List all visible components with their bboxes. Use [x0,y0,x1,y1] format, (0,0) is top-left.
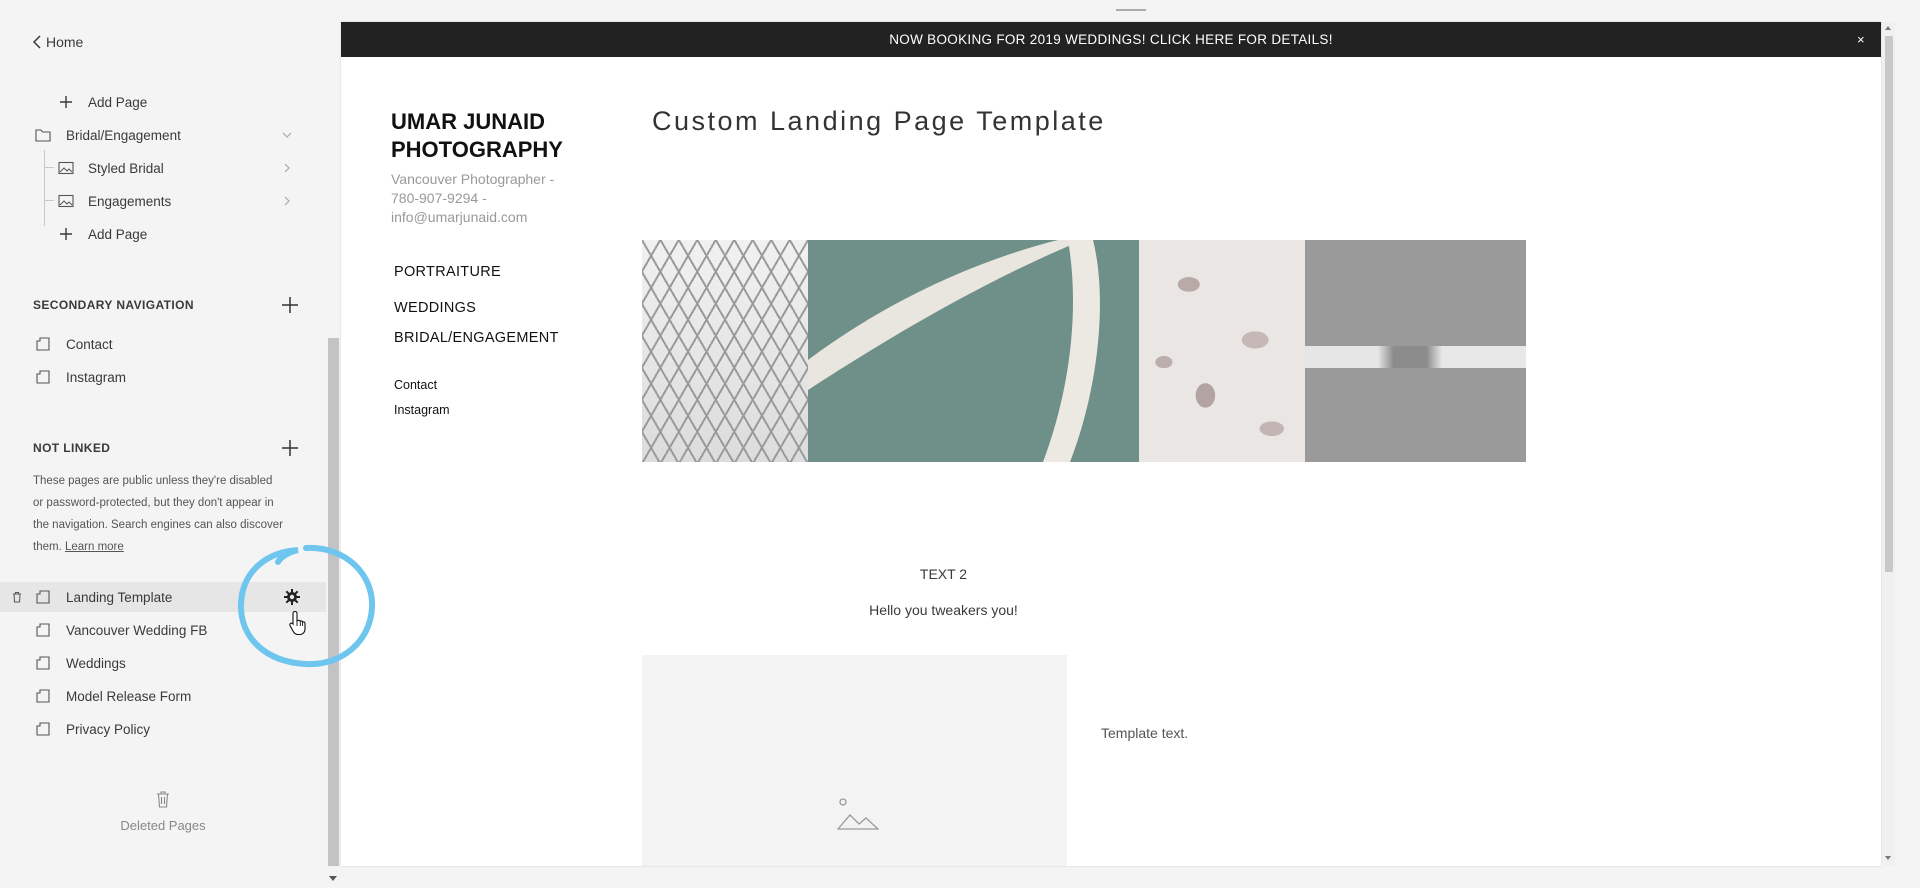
preview-scrollbar-thumb[interactable] [1885,36,1893,572]
site-tagline: Vancouver Photographer - 780-907-9294 - … [391,170,591,227]
template-text: Template text. [1101,725,1189,741]
not-linked-heading: NOT LINKED [33,441,111,455]
page-title: Custom Landing Page Template [652,106,1106,136]
scroll-down-arrow-icon[interactable] [329,876,337,881]
learn-more-link[interactable]: Learn more [65,541,124,553]
hand-cursor-icon [289,610,306,636]
page-icon [35,688,51,704]
site-nav-contact[interactable]: Contact [394,378,437,392]
gallery-image-track[interactable] [808,240,1139,462]
sidebar-item-label: Model Release Form [66,688,192,704]
add-page-label: Add Page [88,226,148,242]
chevron-right-icon [284,196,290,206]
chevron-left-icon [32,35,41,49]
preview-scroll-up-icon[interactable] [1885,26,1891,30]
sidebar-item-model-release-form[interactable]: Model Release Form [0,681,310,711]
page-icon [35,589,51,605]
home-back-label: Home [46,34,84,50]
not-linked-note: These pages are public unless they're di… [33,470,283,558]
brand-line-2: PHOTOGRAPHY [391,137,563,162]
add-not-linked-page-icon[interactable] [280,438,300,458]
site-brand-title[interactable]: UMAR JUNAID PHOTOGRAPHY [391,108,591,164]
sidebar-item-bridal-engagement[interactable]: Bridal/Engagement [0,120,310,150]
gallery-icon [58,160,74,176]
sidebar-item-vancouver-wedding-fb[interactable]: Vancouver Wedding FB [0,615,310,645]
site-preview-frame: NOW BOOKING FOR 2019 WEDDINGS! CLICK HER… [341,22,1881,866]
deleted-pages-label: Deleted Pages [120,818,206,833]
panel-drag-handle[interactable] [1116,9,1146,11]
tagline-line-1: Vancouver Photographer - [391,171,555,187]
sidebar-item-engagements[interactable]: Engagements [0,186,310,216]
gear-icon[interactable] [283,588,301,606]
page-icon [35,721,51,737]
sidebar-item-label: Instagram [66,369,127,385]
sidebar-scrollbar-thumb[interactable] [328,338,339,866]
tagline-line-2: 780-907-9294 - [391,190,487,206]
pages-panel: Home Add Page Bridal/Engagement Styled B… [0,0,337,888]
sidebar-item-contact[interactable]: Contact [0,329,310,359]
add-page-button[interactable]: Add Page [0,219,310,249]
sidebar-item-label: Bridal/Engagement [66,127,181,143]
announcement-banner-text: NOW BOOKING FOR 2019 WEDDINGS! CLICK HER… [889,32,1333,47]
gallery-light-streak [1305,346,1526,368]
sidebar-item-label: Contact [66,336,113,352]
site-nav-instagram[interactable]: Instagram [394,403,450,417]
image-placeholder-block[interactable] [642,655,1067,866]
sidebar-item-label: Landing Template [66,589,173,605]
link-page-icon [35,369,51,385]
image-gallery-strip[interactable] [642,240,1526,462]
add-page-label: Add Page [88,94,148,110]
gallery-image-camouflage[interactable] [1139,240,1305,462]
sidebar-item-label: Engagements [88,193,172,209]
tagline-line-3: info@umarjunaid.com [391,209,528,225]
sidebar-item-label: Vancouver Wedding FB [66,622,208,638]
sidebar-item-privacy-policy[interactable]: Privacy Policy [0,714,310,744]
preview-scroll-down-icon[interactable] [1885,856,1891,860]
trash-icon [157,791,169,808]
add-secondary-page-icon[interactable] [280,295,300,315]
text2-body: Hello you tweakers you! [869,602,1018,618]
sidebar-item-label: Privacy Policy [66,721,151,737]
sidebar-item-styled-bridal[interactable]: Styled Bridal [0,153,310,183]
announcement-banner[interactable]: NOW BOOKING FOR 2019 WEDDINGS! CLICK HER… [341,22,1881,57]
page-icon [35,336,51,352]
page-icon [35,622,51,638]
close-icon[interactable]: × [1849,28,1873,52]
deleted-pages-button[interactable]: Deleted Pages [0,790,326,833]
folder-icon [35,127,51,143]
plus-icon [58,226,74,242]
chevron-down-icon [282,132,292,138]
text2-heading: TEXT 2 [919,566,968,582]
gallery-image-lattice[interactable] [642,240,808,462]
add-page-button[interactable]: Add Page [0,87,310,117]
secondary-navigation-heading: SECONDARY NAVIGATION [33,298,194,312]
site-nav-weddings[interactable]: WEDDINGS [394,300,476,316]
page-icon [35,655,51,671]
sidebar-item-weddings[interactable]: Weddings [0,648,310,678]
home-back-link[interactable]: Home [32,34,83,50]
plus-icon [58,94,74,110]
image-placeholder-icon [837,798,879,830]
sidebar-item-label: Weddings [66,655,126,671]
gallery-image-blur[interactable] [1305,240,1526,462]
gallery-icon [58,193,74,209]
sidebar-item-label: Styled Bridal [88,160,164,176]
trash-icon[interactable] [11,591,23,603]
sidebar-item-instagram[interactable]: Instagram [0,362,310,392]
sidebar-item-landing-template[interactable]: Landing Template [0,582,326,612]
site-nav-bridal-engagement[interactable]: BRIDAL/ENGAGEMENT [394,330,559,346]
brand-line-1: UMAR JUNAID [391,109,545,134]
chevron-right-icon [284,163,290,173]
site-nav-portraiture[interactable]: PORTRAITURE [394,264,501,280]
